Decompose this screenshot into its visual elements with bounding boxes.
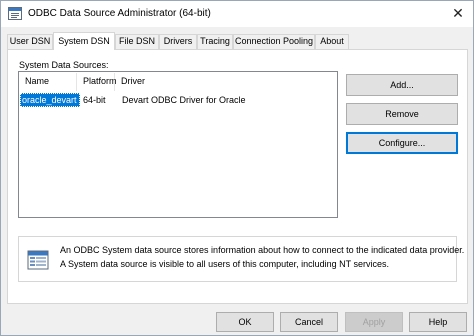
close-icon[interactable]: ✕ [447, 4, 469, 24]
system-data-sources-label: System Data Sources: [19, 60, 109, 70]
data-source-info-icon [27, 250, 49, 270]
tab-drivers[interactable]: Drivers [159, 34, 197, 49]
tab-file-dsn[interactable]: File DSN [115, 34, 159, 49]
remove-button[interactable]: Remove [346, 103, 458, 125]
column-header-platform[interactable]: Platform [77, 73, 117, 91]
tab-tracing[interactable]: Tracing [197, 34, 233, 49]
cancel-button[interactable]: Cancel [280, 312, 338, 332]
tab-connection-pooling[interactable]: Connection Pooling [233, 34, 315, 49]
add-button[interactable]: Add... [346, 74, 458, 96]
configure-button[interactable]: Configure... [346, 132, 458, 154]
tab-about[interactable]: About [315, 34, 349, 49]
odbc-app-icon [8, 7, 22, 20]
info-text-line-2: A System data source is visible to all u… [60, 259, 389, 269]
odbc-admin-window: ODBC Data Source Administrator (64-bit) … [0, 0, 474, 336]
column-header-driver[interactable]: Driver [115, 73, 337, 91]
ok-button[interactable]: OK [216, 312, 274, 332]
tab-system-dsn[interactable]: System DSN [53, 32, 115, 50]
data-sources-list[interactable]: Name Platform Driver oracle_devart 64-bi… [18, 71, 338, 218]
column-header-name[interactable]: Name [19, 73, 77, 91]
dsn-driver-cell: Devart ODBC Driver for Oracle [122, 95, 246, 105]
dsn-name-cell[interactable]: oracle_devart [20, 93, 80, 107]
title-bar[interactable]: ODBC Data Source Administrator (64-bit) … [1, 1, 473, 27]
system-dsn-panel: System Data Sources: Name Platform Drive… [7, 49, 468, 304]
window-title: ODBC Data Source Administrator (64-bit) [28, 8, 211, 19]
help-button[interactable]: Help [409, 312, 467, 332]
info-text-line-1: An ODBC System data source stores inform… [60, 245, 465, 255]
apply-button[interactable]: Apply [345, 312, 403, 332]
tab-user-dsn[interactable]: User DSN [7, 34, 53, 49]
dsn-platform-cell: 64-bit [83, 95, 106, 105]
table-row[interactable]: oracle_devart 64-bit Devart ODBC Driver … [20, 93, 336, 107]
info-box: An ODBC System data source stores inform… [18, 236, 464, 282]
